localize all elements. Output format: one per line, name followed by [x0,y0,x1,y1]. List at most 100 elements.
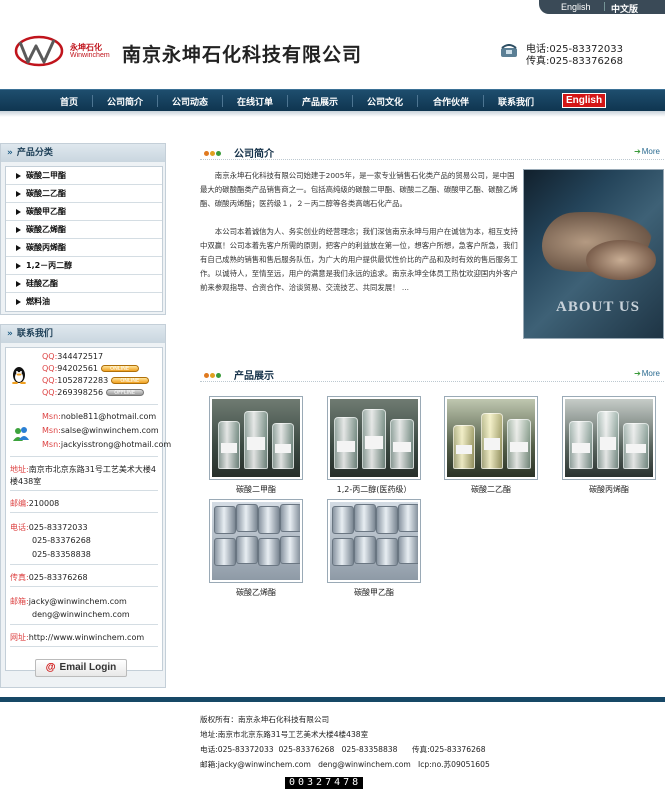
qq-contact[interactable]: QQ:269398256 OFFLINE [42,388,144,397]
divider [10,490,158,491]
product-name[interactable]: 碳酸乙烯酯 [209,587,303,598]
nav-orders[interactable]: 在线订单 [237,95,273,108]
nav-news[interactable]: 公司动态 [172,95,208,108]
product-card[interactable]: 碳酸乙烯酯 [209,499,303,598]
arrow-right-icon: ➔ [634,369,641,378]
chinese-link[interactable]: 中文版 [611,2,638,15]
nav-contact[interactable]: 联系我们 [498,95,534,108]
category-item[interactable]: 燃料油 [6,293,162,311]
divider [10,564,158,565]
nav-about[interactable]: 公司简介 [107,95,143,108]
footer-copyright: 版权所有：南京永坤石化科技有限公司 [200,715,330,724]
company-name: 南京永坤石化科技有限公司 [122,44,363,66]
msn-contact[interactable]: Msn:salse@winwinchem.com [42,426,159,435]
qq-contact[interactable]: QQ:1052872283 ONLINE [42,376,149,385]
contact-title: » 联系我们 [1,325,165,343]
website-line[interactable]: 网址:http://www.winwinchem.com [10,632,144,643]
category-list: 碳酸二甲酯 碳酸二乙酯 碳酸甲乙酯 碳酸乙烯酯 碳酸丙烯酯 1,2－丙二醇 硅酸… [5,166,163,312]
nav-home[interactable]: 首页 [60,95,78,108]
email-line[interactable]: deng@winwinchem.com [32,610,130,619]
category-item[interactable]: 1,2－丙二醇 [6,257,162,275]
footer-emails: 邮箱:jacky@winwinchem.com deng@winwinchem.… [200,760,490,769]
nav-products[interactable]: 产品展示 [302,95,338,108]
company-logo[interactable]: 永坤石化 Winwinchem [14,32,112,72]
product-card[interactable]: 碳酸甲乙酯 [327,499,421,598]
category-item[interactable]: 碳酸丙烯酯 [6,239,162,257]
intro-paragraph: 南京永坤石化科技有限公司始建于2005年，是一家专业销售石化类产品的贸易公司，是… [200,171,518,208]
qq-contact[interactable]: QQ:344472517 [42,352,103,361]
intro-paragraph: 本公司本着诚信为人、务实创业的经营理念；我们深信南京永坤与用户在诚信为本，相互支… [200,227,518,292]
nav-divider [483,95,484,107]
product-photo[interactable] [327,396,421,480]
product-name[interactable]: 碳酸二乙酯 [444,484,538,495]
product-categories-panel: » 产品分类 碳酸二甲酯 碳酸二乙酯 碳酸甲乙酯 碳酸乙烯酯 碳酸丙烯酯 1,2－… [0,143,166,315]
double-arrow-icon: » [7,148,13,158]
categories-title: » 产品分类 [1,144,165,162]
category-item[interactable]: 碳酸二乙酯 [6,185,162,203]
phone-line: 电话:025-83372033 [10,523,88,532]
online-badge: ONLINE [100,365,139,372]
divider [10,512,158,513]
divider [10,586,158,587]
products-title: 产品展示 [234,371,274,382]
product-photo[interactable] [327,499,421,583]
phone-line: 025-83358838 [32,550,91,559]
product-photo[interactable] [209,499,303,583]
product-name[interactable]: 碳酸丙烯酯 [562,484,656,495]
nav-culture[interactable]: 公司文化 [367,95,403,108]
category-item[interactable]: 硅酸乙酯 [6,275,162,293]
products-more-link[interactable]: ➔More [634,369,660,378]
about-us-image: ABOUT US [523,169,664,339]
contact-details: QQ:344472517 QQ:94202561 ONLINE QQ:10528… [5,347,171,671]
english-link[interactable]: English [561,2,591,12]
handshake-shape [586,240,656,280]
products-section-header: 产品展示 ➔More [200,366,664,382]
product-name[interactable]: 1,2-丙二醇(医药级） [327,484,421,495]
msn-contact[interactable]: Msn:noble811@hotmail.com [42,412,156,421]
main-nav: 首页 公司简介 公司动态 在线订单 产品展示 公司文化 合作伙伴 联系我们 En… [0,89,665,111]
zip-line: 邮编:210008 [10,499,60,508]
header-fax: 传真:025-83376268 [526,56,623,67]
logo-en-text: Winwinchem [70,52,110,59]
product-photo[interactable] [209,396,303,480]
double-arrow-icon: » [7,329,13,339]
nav-shadow [0,111,665,117]
address-line: 地址:南京市北京东路31号工艺美术大楼4 [10,465,156,474]
about-section-header: 公司简介 ➔More [200,144,664,160]
product-name[interactable]: 碳酸二甲酯 [209,484,303,495]
product-card[interactable]: 碳酸丙烯酯 [562,396,656,495]
lang-separator: | [603,2,607,12]
product-photo[interactable] [562,396,656,480]
qq-contact[interactable]: QQ:94202561 ONLINE [42,364,139,373]
category-item[interactable]: 碳酸二甲酯 [6,167,162,185]
msn-people-icon [13,427,29,441]
visit-counter: 00327478 [285,777,364,789]
footer-address: 地址:南京市北京东路31号工艺美术大楼4楼438室 [200,730,369,739]
contact-panel: » 联系我们 QQ:344472517 QQ:94202561 ONLINE QQ… [0,324,171,688]
nav-divider [157,95,158,107]
nav-divider [352,95,353,107]
about-title: 公司简介 [234,149,274,160]
divider [10,624,158,625]
product-photo[interactable] [444,396,538,480]
email-line[interactable]: 邮箱:jacky@winwinchem.com [10,596,127,607]
product-card[interactable]: 碳酸二乙酯 [444,396,538,495]
about-more-link[interactable]: ➔More [634,147,660,156]
logo-w-icon [14,35,64,67]
footer-divider [0,697,665,702]
product-card[interactable]: 碳酸二甲酯 [209,396,303,495]
product-card[interactable]: 1,2-丙二醇(医药级） [327,396,421,495]
three-dots-icon [204,149,222,159]
msn-contact[interactable]: Msn:jackyisstrong@hotmail.com [42,440,171,449]
nav-english-button[interactable]: English [562,93,606,108]
nav-partners[interactable]: 合作伙伴 [433,95,469,108]
divider [10,404,158,405]
email-login-button[interactable]: @ Email Login [35,659,127,677]
divider [10,646,158,647]
category-item[interactable]: 碳酸乙烯酯 [6,221,162,239]
product-name[interactable]: 碳酸甲乙酯 [327,587,421,598]
language-bar: English | 中文版 [539,0,665,15]
nav-divider [417,95,418,107]
category-item[interactable]: 碳酸甲乙酯 [6,203,162,221]
address-line: 楼438室 [10,477,42,486]
